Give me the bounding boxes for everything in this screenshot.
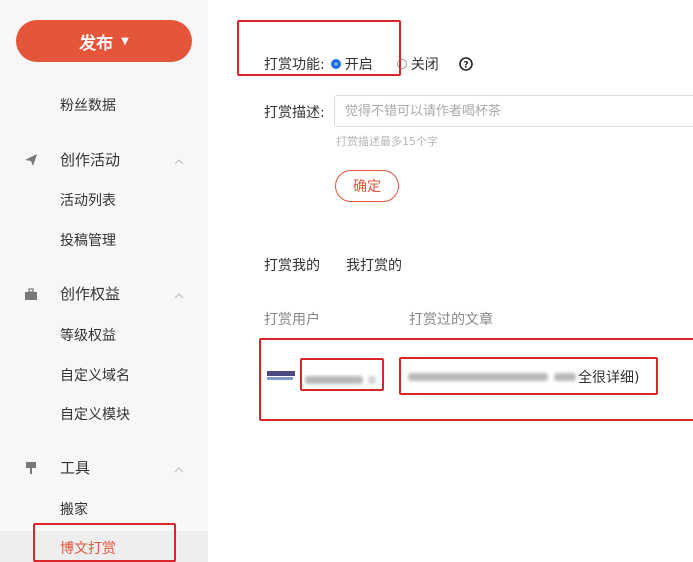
publish-button[interactable]: 发布 ▼ bbox=[16, 20, 192, 62]
confirm-button-label: 确定 bbox=[353, 179, 381, 195]
column-header-user: 打赏用户 bbox=[264, 312, 320, 328]
paper-plane-icon bbox=[24, 153, 38, 167]
reward-off-radio[interactable]: 关闭 bbox=[396, 54, 439, 74]
brush-icon bbox=[24, 461, 38, 475]
sidebar-section-tools[interactable]: 工具 bbox=[24, 457, 194, 478]
reward-off-label: 关闭 bbox=[410, 57, 439, 73]
reward-desc-hint: 打赏描述最多15个字 bbox=[336, 135, 438, 148]
sidebar-item-move-house[interactable]: 搬家 bbox=[60, 499, 88, 519]
sidebar-section-label: 创作活动 bbox=[60, 151, 121, 169]
sidebar-item-level-rights[interactable]: 等级权益 bbox=[60, 325, 116, 345]
sidebar-section-rights[interactable]: 创作权益 bbox=[24, 283, 194, 304]
column-header-article: 打赏过的文章 bbox=[409, 312, 493, 328]
chevron-up-icon bbox=[174, 285, 184, 303]
highlight-box-reward-function bbox=[237, 20, 401, 76]
chevron-down-icon: ▼ bbox=[121, 35, 129, 47]
sidebar-section-activities[interactable]: 创作活动 bbox=[24, 149, 194, 170]
sidebar: 发布 ▼ 粉丝数据 创作活动 活动列表 投稿管理 创作权益 等级权益 自定义域名… bbox=[0, 0, 208, 562]
confirm-button[interactable]: 确定 bbox=[335, 170, 399, 202]
reward-desc-label: 打赏描述: bbox=[264, 105, 325, 121]
sidebar-item-custom-domain[interactable]: 自定义域名 bbox=[60, 365, 130, 385]
sidebar-item-submission-manage[interactable]: 投稿管理 bbox=[60, 230, 116, 250]
tab-i-rewarded[interactable]: 我打赏的 bbox=[346, 255, 402, 275]
highlight-box-user bbox=[300, 358, 384, 391]
chevron-up-icon bbox=[174, 151, 184, 169]
sidebar-section-label: 创作权益 bbox=[60, 285, 121, 303]
help-icon[interactable]: ? bbox=[458, 57, 473, 71]
highlight-box-sidebar bbox=[33, 523, 176, 562]
sidebar-item-fans[interactable]: 粉丝数据 bbox=[60, 95, 116, 115]
chevron-up-icon bbox=[174, 459, 184, 477]
publish-button-label: 发布 bbox=[79, 33, 114, 54]
sidebar-section-label: 工具 bbox=[60, 459, 91, 477]
reward-desc-input[interactable] bbox=[335, 96, 693, 126]
svg-text:?: ? bbox=[463, 61, 468, 71]
sidebar-item-activity-list[interactable]: 活动列表 bbox=[60, 190, 116, 210]
briefcase-icon bbox=[24, 287, 38, 301]
highlight-box-article bbox=[399, 357, 658, 395]
tab-rewarded-me[interactable]: 打赏我的 bbox=[264, 255, 320, 275]
reward-desc-input-wrap bbox=[334, 95, 693, 127]
sidebar-item-custom-module[interactable]: 自定义模块 bbox=[60, 404, 130, 424]
